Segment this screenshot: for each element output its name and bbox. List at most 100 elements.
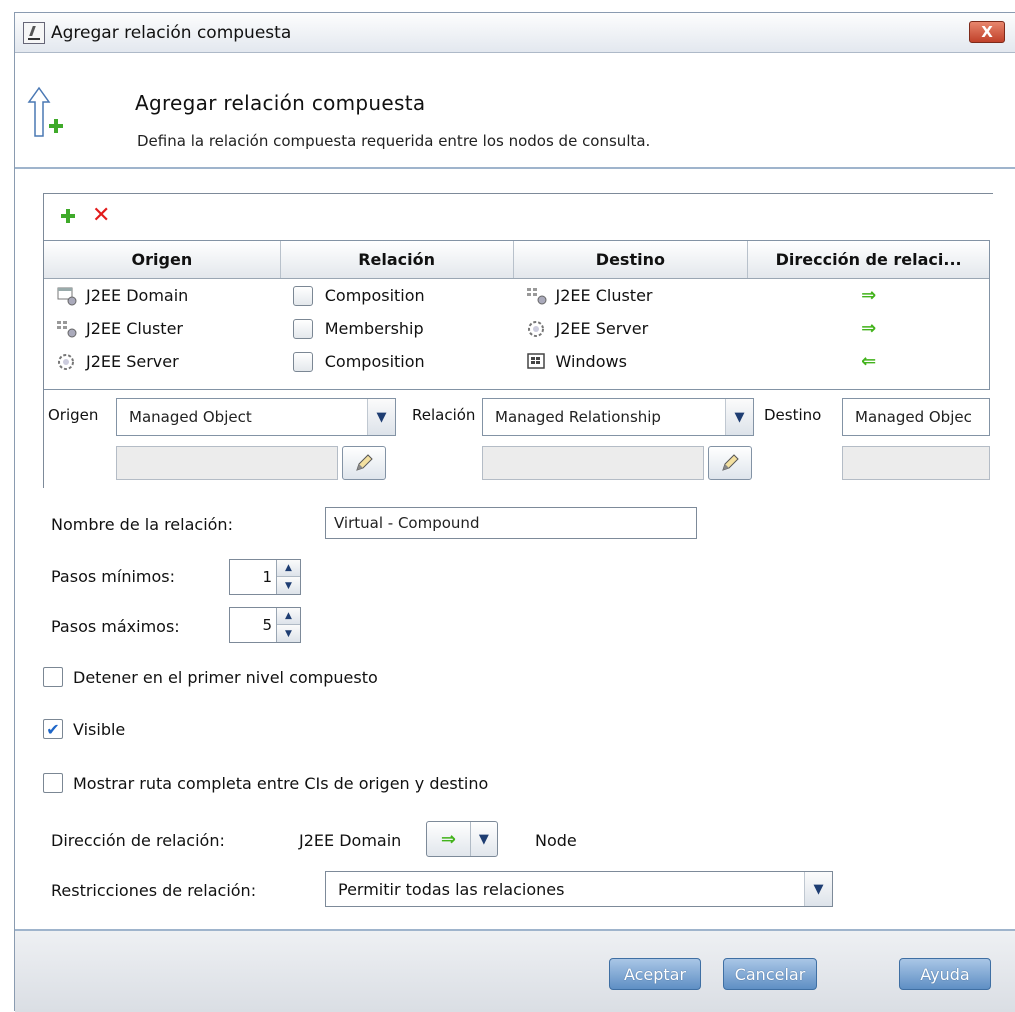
column-header-origin[interactable]: Origen <box>44 241 281 278</box>
direction-cell: ⇐ <box>748 351 989 372</box>
stop-first-level-option[interactable]: Detener en el primer nivel compuesto <box>43 667 378 687</box>
max-steps-value: 5 <box>262 616 272 634</box>
chevron-down-icon[interactable]: ▼ <box>367 399 395 435</box>
spin-down-icon[interactable]: ▼ <box>277 577 300 594</box>
relation-name-value: Virtual - Compound <box>334 514 480 532</box>
server-icon <box>58 353 74 370</box>
target-cell: J2EE Server <box>514 319 749 339</box>
relation-name-input[interactable]: Virtual - Compound <box>325 507 697 539</box>
chevron-down-icon[interactable]: ▼ <box>469 822 497 856</box>
column-header-relation[interactable]: Relación <box>281 241 514 278</box>
target-type-value: Managed Objec <box>855 408 972 426</box>
dialog-window: Agregar relación compuesta X Agregar rel… <box>14 12 1015 1012</box>
target-label: J2EE Cluster <box>555 286 653 305</box>
dialog-footer: Aceptar Cancelar Ayuda <box>15 931 1015 1012</box>
add-relation-icon <box>27 86 63 137</box>
direction-to-label: Node <box>535 831 577 850</box>
spin-down-icon[interactable]: ▼ <box>277 625 300 642</box>
cancel-button[interactable]: Cancelar <box>723 958 817 990</box>
relation-panel: ✕ Origen Relación Destino Dirección de r… <box>43 193 994 489</box>
min-steps-label: Pasos mínimos: <box>51 567 175 586</box>
relation-edit-button[interactable] <box>708 446 752 480</box>
relation-label: Membership <box>324 319 424 338</box>
stop-first-level-label: Detener en el primer nivel compuesto <box>73 667 378 687</box>
origin-cell: J2EE Cluster <box>44 319 281 339</box>
show-full-path-checkbox[interactable] <box>43 773 63 793</box>
min-steps-value: 1 <box>262 568 272 586</box>
relation-name-label: Nombre de la relación: <box>51 515 233 534</box>
spin-up-icon[interactable]: ▲ <box>277 608 300 625</box>
help-button[interactable]: Ayuda <box>899 958 991 990</box>
target-type-combo[interactable]: Managed Objec <box>842 398 990 436</box>
close-button[interactable]: X <box>969 21 1005 43</box>
left-arrow-icon: ⇐ <box>861 351 877 372</box>
visible-label: Visible <box>73 719 126 739</box>
domain-icon <box>57 287 77 305</box>
relation-checkbox[interactable] <box>292 351 313 372</box>
origin-label: J2EE Cluster <box>86 319 183 338</box>
right-arrow-icon: ⇒ <box>440 828 456 850</box>
relation-type-value: Managed Relationship <box>495 408 661 426</box>
visible-checkbox[interactable]: ✔ <box>43 719 63 739</box>
table-row[interactable]: J2EE Server Composition Windows ⇐ <box>44 345 989 378</box>
max-steps-label: Pasos máximos: <box>51 617 180 636</box>
title-bar: Agregar relación compuesta X <box>15 13 1015 53</box>
origin-type-combo[interactable]: Managed Object ▼ <box>116 398 396 436</box>
relation-cell: Composition <box>281 351 514 372</box>
relation-type-combo[interactable]: Managed Relationship ▼ <box>482 398 754 436</box>
relation-checkbox[interactable] <box>292 285 313 306</box>
stop-first-level-checkbox[interactable] <box>43 667 63 687</box>
direction-from-label: J2EE Domain <box>299 831 402 850</box>
dialog-header: Agregar relación compuesta Defina la rel… <box>15 54 1015 169</box>
relation-condition-field[interactable] <box>482 446 704 480</box>
target-cell: J2EE Cluster <box>514 286 749 306</box>
relation-restrictions-select[interactable]: Permitir todas las relaciones ▼ <box>325 871 833 907</box>
spin-up-icon[interactable]: ▲ <box>277 560 300 577</box>
header-description: Defina la relación compuesta requerida e… <box>137 132 651 150</box>
origin-edit-button[interactable] <box>342 446 386 480</box>
relations-table: Origen Relación Destino Dirección de rel… <box>44 240 990 390</box>
origin-condition-field[interactable] <box>116 446 338 480</box>
cluster-icon <box>526 287 546 304</box>
origin-label: J2EE Server <box>86 352 179 371</box>
relation-checkbox[interactable] <box>292 318 313 339</box>
max-steps-spinner[interactable]: 5 ▲ ▼ <box>229 607 301 643</box>
relation-cell: Composition <box>281 285 514 306</box>
ok-button[interactable]: Aceptar <box>609 958 701 990</box>
add-icon[interactable] <box>60 208 76 224</box>
relation-direction-label: Dirección de relación: <box>51 831 225 850</box>
filter-bar: Origen Managed Object ▼ Relación Managed… <box>44 394 990 489</box>
column-header-target[interactable]: Destino <box>514 241 749 278</box>
origin-filter-label: Origen <box>48 406 99 424</box>
target-label: J2EE Server <box>555 319 649 338</box>
relation-cell: Membership <box>281 318 514 339</box>
server-icon <box>527 320 544 337</box>
windows-icon <box>526 352 545 369</box>
spinner-buttons: ▲ ▼ <box>276 560 300 594</box>
right-arrow-icon: ⇒ <box>861 285 877 306</box>
table-row[interactable]: J2EE Cluster Membership J2EE Server ⇒ <box>44 312 989 345</box>
direction-cell: ⇒ <box>748 318 989 339</box>
target-cell: Windows <box>514 352 749 372</box>
chevron-down-icon[interactable]: ▼ <box>725 399 753 435</box>
target-condition-field[interactable] <box>842 446 990 480</box>
origin-type-value: Managed Object <box>129 408 252 426</box>
table-toolbar: ✕ <box>44 194 994 240</box>
origin-cell: J2EE Server <box>44 352 281 372</box>
java-app-icon <box>23 21 45 44</box>
origin-label: J2EE Domain <box>86 286 189 305</box>
min-steps-spinner[interactable]: 1 ▲ ▼ <box>229 559 301 595</box>
visible-option[interactable]: ✔ Visible <box>43 719 125 739</box>
target-filter-label: Destino <box>764 406 822 424</box>
chevron-down-icon[interactable]: ▼ <box>804 872 832 906</box>
delete-icon[interactable]: ✕ <box>92 205 110 227</box>
table-row[interactable]: J2EE Domain Composition J2EE Cluster ⇒ <box>44 279 989 312</box>
spinner-buttons: ▲ ▼ <box>276 608 300 642</box>
cluster-icon <box>57 320 77 337</box>
show-full-path-option[interactable]: Mostrar ruta completa entre CIs de orige… <box>43 773 488 793</box>
column-header-direction[interactable]: Dirección de relaci... <box>748 241 989 278</box>
show-full-path-label: Mostrar ruta completa entre CIs de orige… <box>73 773 489 793</box>
direction-dropdown[interactable]: ⇒ ▼ <box>426 821 498 857</box>
pencil-icon <box>722 454 739 471</box>
relation-restrictions-label: Restricciones de relación: <box>51 881 257 900</box>
